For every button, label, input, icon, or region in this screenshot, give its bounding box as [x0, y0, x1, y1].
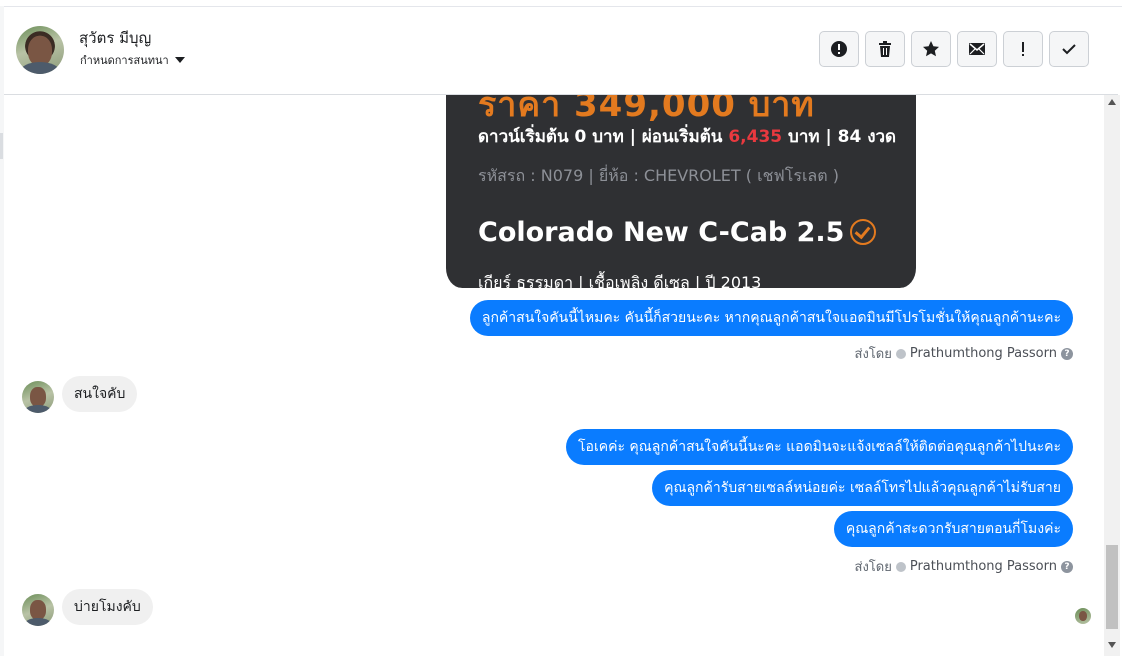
car-promo-image[interactable]: ราคา 349,000 บาท ดาวน์เริ่มต้น 0 บาท | ผ…: [442, 95, 920, 288]
promo-down-prefix: ดาวน์เริ่มต้น 0 บาท | ผ่อนเริ่มต้น: [478, 127, 723, 147]
delete-button[interactable]: [865, 31, 905, 67]
promo-model: Colorado New C-Cab 2.5: [478, 217, 877, 248]
contact-avatar-small[interactable]: [22, 594, 54, 626]
sender-name[interactable]: Prathumthong Passorn: [910, 559, 1057, 574]
page-icon: [895, 561, 906, 572]
star-button[interactable]: [911, 31, 951, 67]
left-panel-marker: [0, 133, 3, 159]
sender-name[interactable]: Prathumthong Passorn: [910, 346, 1057, 361]
check-icon: [1062, 44, 1076, 55]
message-thread[interactable]: ราคา 349,000 บาท ดาวน์เริ่มต้น 0 บาท | ผ…: [4, 95, 1104, 656]
outgoing-message[interactable]: คุณลูกค้ารับสายเซลล์หน่อยค่ะ เซลล์โทรไปแ…: [652, 470, 1073, 506]
caret-down-icon: [174, 57, 185, 63]
scroll-down-arrow-icon[interactable]: [1108, 642, 1116, 648]
promo-specs: เกียร์ ธรรมดา | เชื้อเพลิง ดีเซล | ปี 20…: [478, 273, 762, 288]
promo-payment-line: ดาวน์เริ่มต้น 0 บาท | ผ่อนเริ่มต้น 6,435…: [478, 123, 896, 150]
incoming-message[interactable]: สนใจคับ: [62, 376, 138, 412]
seen-receipt-avatar: [1075, 608, 1091, 624]
scroll-up-arrow-icon[interactable]: [1108, 99, 1116, 105]
scrollbar-thumb[interactable]: [1106, 545, 1118, 629]
promo-code-line: รหัสรถ : N079 | ยี่ห้อ : CHEVROLET ( เชฟ…: [478, 166, 839, 185]
help-icon[interactable]: ?: [1061, 347, 1073, 360]
contact-avatar-small[interactable]: [22, 381, 54, 413]
outgoing-message[interactable]: คุณลูกค้าสะดวกรับสายตอนกี่โมงค่ะ: [833, 511, 1073, 547]
sent-by-line: ส่งโดย Prathumthong Passorn ?: [855, 343, 1073, 364]
sent-by-prefix: ส่งโดย: [854, 347, 892, 362]
sent-by-line: ส่งโดย Prathumthong Passorn ?: [855, 556, 1073, 577]
conversation-header: สุวัตร มีบุญ กำหนดการสนทนา: [4, 7, 1118, 95]
promo-model-text: Colorado New C-Cab 2.5: [478, 217, 845, 248]
outgoing-message[interactable]: ลูกค้าสนใจคันนี้ไหมคะ คันนี้ก็สวยนะคะ หา…: [469, 300, 1073, 336]
incoming-message[interactable]: บ่ายโมงคับ: [62, 589, 153, 625]
alert-circle-icon: [831, 41, 847, 57]
verified-icon: [850, 218, 877, 245]
conversation-schedule-label: กำหนดการสนทนา: [80, 54, 169, 67]
exclamation-icon: [1022, 42, 1024, 56]
outgoing-message[interactable]: โอเคค่ะ คุณลูกค้าสนใจคันนี้นะคะ แอดมินจะ…: [566, 429, 1073, 465]
trash-icon: [879, 41, 891, 57]
mark-spam-button[interactable]: [819, 31, 859, 67]
promo-installment: 6,435: [728, 127, 783, 147]
sent-by-prefix: ส่งโดย: [854, 560, 892, 575]
mark-done-button[interactable]: [1049, 31, 1089, 67]
promo-down-suffix: บาท | 84 งวด: [788, 127, 897, 147]
contact-name[interactable]: สุวัตร มีบุญ: [79, 26, 151, 50]
header-actions: [819, 31, 1089, 67]
conversation-schedule-dropdown[interactable]: กำหนดการสนทนา: [80, 51, 185, 69]
star-icon: [923, 41, 939, 57]
thread-scrollbar[interactable]: [1104, 95, 1120, 656]
follow-up-button[interactable]: [1003, 31, 1043, 67]
top-border: [0, 0, 1122, 7]
mark-unread-button[interactable]: [957, 31, 997, 67]
contact-avatar[interactable]: [16, 26, 64, 74]
envelope-icon: [969, 43, 985, 55]
page-icon: [895, 348, 906, 359]
help-icon[interactable]: ?: [1061, 560, 1073, 573]
